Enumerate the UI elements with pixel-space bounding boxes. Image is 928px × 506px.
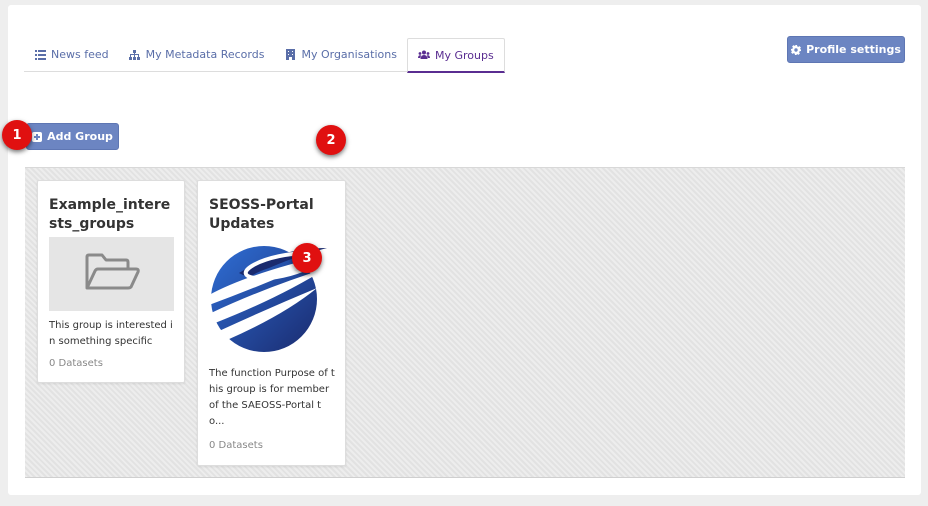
tab-my-groups[interactable]: My Groups: [406, 38, 505, 73]
profile-settings-label: Profile settings: [806, 43, 901, 56]
tab-label: My Metadata Records: [145, 48, 265, 61]
add-group-label: Add Group: [47, 130, 113, 143]
tab-my-metadata-records[interactable]: My Metadata Records: [119, 38, 275, 71]
sitemap-icon: [129, 49, 141, 61]
gear-icon: [791, 44, 802, 55]
users-icon: [417, 49, 430, 61]
group-title[interactable]: Example_interests_groups: [49, 196, 175, 234]
group-title[interactable]: SEOSS-Portal Updates: [209, 196, 329, 234]
group-description: This group is interested in something sp…: [49, 320, 173, 347]
tab-news-feed[interactable]: News feed: [24, 38, 119, 71]
tab-my-organisations[interactable]: My Organisations: [274, 38, 407, 71]
group-dataset-count: 0 Datasets: [49, 358, 103, 369]
plus-square-icon: [32, 131, 43, 142]
callout-badge: 1: [2, 120, 32, 150]
add-group-button[interactable]: Add Group: [26, 123, 119, 150]
building-icon: [284, 49, 296, 61]
folder-open-icon: [84, 252, 140, 296]
group-dataset-count: 0 Datasets: [209, 440, 263, 451]
tab-label: News feed: [51, 48, 109, 61]
group-image-placeholder: [49, 237, 174, 311]
callout-badge: 3: [292, 243, 322, 273]
profile-settings-button[interactable]: Profile settings: [787, 36, 905, 63]
dashboard-tabs: News feed My Metadata Records My Organis…: [24, 38, 505, 73]
callout-badge: 2: [316, 125, 346, 155]
group-card[interactable]: Example_interests_groups This group is i…: [37, 180, 185, 383]
tab-label: My Groups: [434, 48, 494, 62]
group-description: The function Purpose of this group is fo…: [209, 368, 335, 427]
group-card[interactable]: SEOSS-Portal Updates The function Purpos…: [197, 180, 346, 466]
list-icon: [34, 49, 46, 61]
tab-label: My Organisations: [301, 48, 397, 61]
